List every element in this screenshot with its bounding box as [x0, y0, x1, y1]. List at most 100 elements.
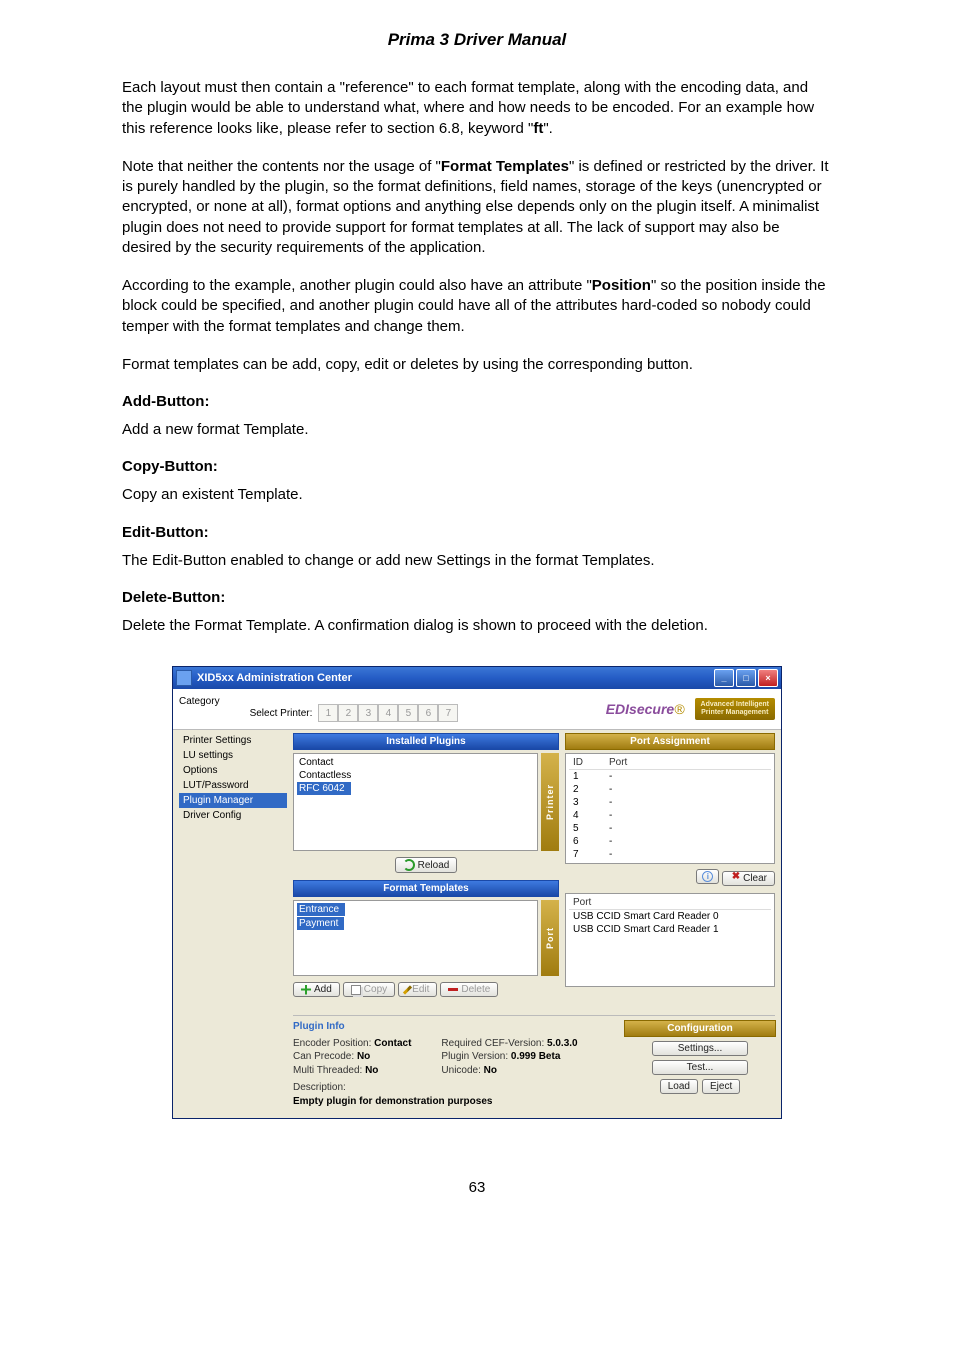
select-printer-label: Select Printer:: [250, 708, 313, 719]
brand-badge: Advanced Intelligent Printer Management: [695, 698, 775, 719]
copy-icon: [351, 985, 361, 995]
close-button[interactable]: ×: [758, 669, 778, 687]
section-edit-body: The Edit-Button enabled to change or add…: [122, 551, 832, 571]
table-row[interactable]: 1-: [569, 770, 771, 783]
screenshot: XID5xx Administration Center _ □ × Categ…: [172, 666, 782, 1119]
port-assignment-table[interactable]: ID Port 1-2-3-4-5-6-7-: [565, 753, 775, 864]
installed-plugins-header: Installed Plugins: [293, 733, 559, 750]
app-icon: [176, 670, 192, 686]
delete-button[interactable]: Delete: [440, 982, 498, 997]
p1-text-a: Each layout must then contain a "referen…: [122, 79, 814, 137]
edit-button[interactable]: Edit: [398, 982, 437, 997]
load-button[interactable]: Load: [660, 1079, 698, 1094]
plugin-info-header: Plugin Info: [293, 1020, 615, 1034]
admin-center-window: XID5xx Administration Center _ □ × Categ…: [172, 666, 782, 1119]
eject-button[interactable]: Eject: [702, 1079, 740, 1094]
window-titlebar[interactable]: XID5xx Administration Center _ □ ×: [173, 667, 781, 689]
configuration-header: Configuration: [624, 1020, 776, 1037]
printer-num-5[interactable]: 5: [398, 704, 418, 722]
brand-strip: EDIsecure® Advanced Intelligent Printer …: [606, 698, 775, 719]
paragraph-3: According to the example, another plugin…: [122, 276, 832, 337]
info-icon: [702, 871, 713, 882]
window-title: XID5xx Administration Center: [197, 672, 714, 684]
sidebar-item-plugin-manager[interactable]: Plugin Manager: [179, 793, 287, 808]
format-templates-header: Format Templates: [293, 880, 559, 897]
reload-button[interactable]: Reload: [395, 857, 458, 873]
page-title: Prima 3 Driver Manual: [122, 30, 832, 50]
table-row[interactable]: 7-: [569, 848, 771, 861]
test-button[interactable]: Test...: [652, 1060, 748, 1075]
printer-num-7[interactable]: 7: [438, 704, 458, 722]
edit-icon: [403, 985, 412, 994]
section-delete-label: Delete-Button:: [122, 589, 832, 606]
vtab-printer[interactable]: Printer: [541, 753, 559, 851]
delete-icon: [448, 988, 458, 991]
list-item[interactable]: RFC 6042: [297, 782, 351, 795]
x-icon: ✖: [730, 873, 740, 883]
header-row: Category Select Printer: 1234567 EDIsecu…: [173, 689, 781, 730]
sidebar-item-options[interactable]: Options: [179, 763, 287, 778]
section-delete-body: Delete the Format Template. A confirmati…: [122, 616, 832, 636]
reload-icon: [403, 859, 415, 871]
p1-text-b: ".: [543, 120, 553, 137]
printer-num-3[interactable]: 3: [358, 704, 378, 722]
plugin-info-block: Plugin Info Encoder Position: Contact Ca…: [293, 1020, 615, 1108]
table-row[interactable]: 5-: [569, 822, 771, 835]
settings-button[interactable]: Settings...: [652, 1041, 748, 1056]
sidebar-item-lut-password[interactable]: LUT/Password: [179, 778, 287, 793]
section-add-body: Add a new format Template.: [122, 420, 832, 440]
port-assignment-header: Port Assignment: [565, 733, 775, 750]
info-button[interactable]: [696, 869, 719, 884]
vtab-port[interactable]: Port: [541, 900, 559, 976]
table-row[interactable]: 2-: [569, 783, 771, 796]
pa-col-port: Port: [605, 756, 771, 769]
copy-button[interactable]: Copy: [343, 982, 395, 997]
maximize-button[interactable]: □: [736, 669, 756, 687]
sidebar-item-driver-config[interactable]: Driver Config: [179, 808, 287, 823]
list-item[interactable]: USB CCID Smart Card Reader 0: [569, 910, 771, 923]
section-copy-label: Copy-Button:: [122, 458, 832, 475]
printer-num-4[interactable]: 4: [378, 704, 398, 722]
minimize-button[interactable]: _: [714, 669, 734, 687]
installed-plugins-list[interactable]: ContactContactlessRFC 6042: [293, 753, 538, 851]
format-templates-list[interactable]: EntrancePayment: [293, 900, 538, 976]
printer-num-1[interactable]: 1: [318, 704, 338, 722]
table-row[interactable]: 4-: [569, 809, 771, 822]
printer-num-6[interactable]: 6: [418, 704, 438, 722]
p1-bold: ft: [533, 120, 543, 137]
brand-badge-line1: Advanced Intelligent: [701, 701, 769, 708]
brand-edi: EDI: [606, 701, 629, 717]
p2-bold: Format Templates: [441, 158, 569, 175]
paragraph-2: Note that neither the contents nor the u…: [122, 157, 832, 258]
brand-secure: secure: [629, 701, 674, 717]
section-copy-body: Copy an existent Template.: [122, 485, 832, 505]
list-item[interactable]: USB CCID Smart Card Reader 1: [569, 923, 771, 936]
category-sidebar: Printer SettingsLU settingsOptionsLUT/Pa…: [179, 733, 287, 997]
list-item[interactable]: Payment: [297, 917, 344, 930]
category-label: Category: [179, 696, 220, 707]
sidebar-item-lu-settings[interactable]: LU settings: [179, 748, 287, 763]
paragraph-1: Each layout must then contain a "referen…: [122, 78, 832, 139]
plus-icon: [301, 985, 311, 995]
paragraph-4: Format templates can be add, copy, edit …: [122, 355, 832, 375]
p3-bold: Position: [592, 277, 651, 294]
list-item[interactable]: Contactless: [297, 769, 534, 782]
table-row[interactable]: 6-: [569, 835, 771, 848]
list-item[interactable]: Entrance: [297, 903, 345, 916]
brand-badge-line2: Printer Management: [701, 709, 768, 716]
printer-num-2[interactable]: 2: [338, 704, 358, 722]
add-button[interactable]: Add: [293, 982, 340, 997]
port-list[interactable]: Port USB CCID Smart Card Reader 0USB CCI…: [565, 893, 775, 987]
section-edit-label: Edit-Button:: [122, 524, 832, 541]
pa-col-id: ID: [569, 756, 605, 769]
table-row[interactable]: 3-: [569, 796, 771, 809]
p2-text-a: Note that neither the contents nor the u…: [122, 158, 441, 175]
clear-button[interactable]: ✖Clear: [722, 871, 775, 886]
brand-reg: ®: [674, 701, 684, 717]
section-add-label: Add-Button:: [122, 393, 832, 410]
list-item[interactable]: Contact: [297, 756, 534, 769]
p3-text-a: According to the example, another plugin…: [122, 277, 592, 294]
page-number: 63: [122, 1179, 832, 1196]
sidebar-item-printer-settings[interactable]: Printer Settings: [179, 733, 287, 748]
port-list-header: Port: [569, 896, 771, 909]
